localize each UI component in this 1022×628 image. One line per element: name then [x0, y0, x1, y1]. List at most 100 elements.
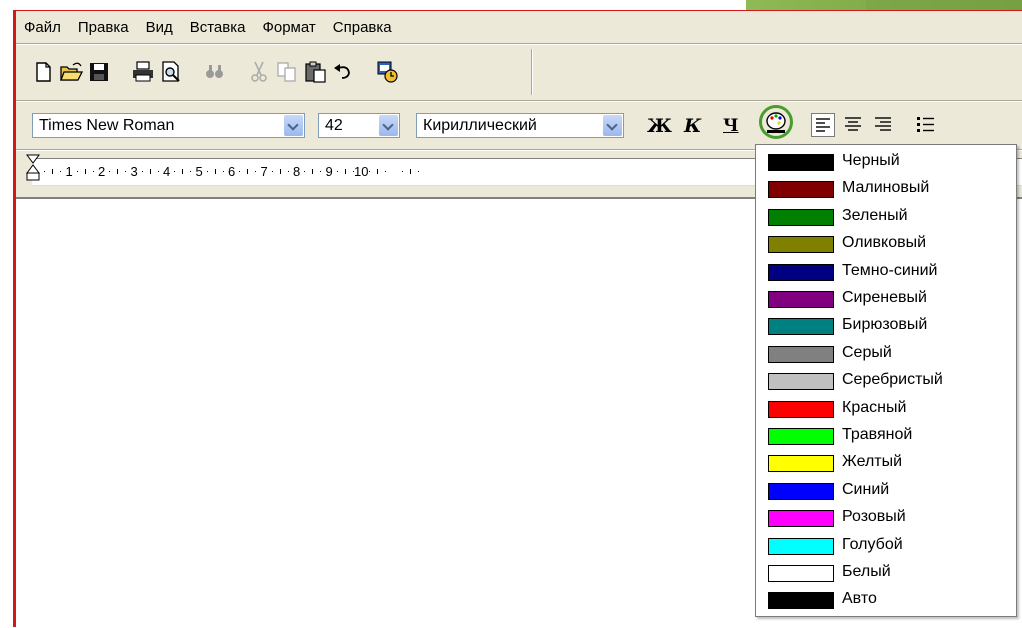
- menu-help[interactable]: Справка: [331, 19, 394, 36]
- color-menu-item[interactable]: Оливковый: [756, 231, 1016, 258]
- color-menu-item[interactable]: Серебристый: [756, 368, 1016, 395]
- color-menu-item[interactable]: Темно-синий: [756, 259, 1016, 286]
- ruler-mark: [44, 171, 46, 172]
- ruler-mark: [279, 169, 281, 174]
- color-swatch: [768, 345, 834, 363]
- color-swatch: [768, 510, 834, 528]
- open-folder-icon[interactable]: [58, 59, 84, 85]
- font-color-button[interactable]: [759, 105, 793, 139]
- ruler-mark: [157, 171, 159, 172]
- undo-icon[interactable]: [330, 59, 356, 85]
- ruler-mark: [409, 169, 411, 174]
- color-name-label: Зеленый: [842, 206, 908, 224]
- color-menu-item[interactable]: Авто: [756, 587, 1016, 614]
- script-value: Кириллический: [423, 117, 537, 134]
- align-left-icon: [816, 118, 830, 132]
- color-swatch: [768, 236, 834, 254]
- align-left-button[interactable]: [811, 113, 835, 137]
- ruler-mark: [385, 171, 387, 172]
- color-menu-item[interactable]: Серый: [756, 341, 1016, 368]
- font-color-menu: Черный Малиновый Зеленый Оливковый Темно-син…: [755, 144, 1017, 617]
- print-icon[interactable]: [130, 59, 156, 85]
- color-name-label: Авто: [842, 590, 877, 608]
- color-name-label: Голубой: [842, 535, 903, 553]
- color-swatch: [768, 373, 834, 391]
- underline-button[interactable]: Ч: [723, 116, 739, 136]
- new-document-icon[interactable]: [30, 59, 56, 85]
- color-menu-item[interactable]: Белый: [756, 560, 1016, 587]
- menu-view[interactable]: Вид: [144, 19, 175, 36]
- ruler-number: 6: [228, 164, 236, 179]
- color-menu-item[interactable]: Красный: [756, 396, 1016, 423]
- indent-marker-icon[interactable]: [26, 153, 40, 185]
- font-size-combo[interactable]: 42: [318, 113, 400, 138]
- ruler-mark: [149, 169, 151, 174]
- align-right-icon: [875, 117, 891, 131]
- cut-icon[interactable]: [246, 59, 272, 85]
- copy-icon[interactable]: [274, 59, 300, 85]
- script-combo[interactable]: Кириллический: [416, 113, 624, 138]
- align-center-button[interactable]: [842, 113, 866, 137]
- find-icon[interactable]: [202, 59, 228, 85]
- font-name-combo[interactable]: Times New Roman: [32, 113, 305, 138]
- chevron-down-icon[interactable]: [603, 115, 622, 136]
- standard-toolbar: [16, 45, 536, 99]
- align-right-button[interactable]: [872, 113, 896, 137]
- color-swatch: [768, 263, 834, 281]
- ruler-mark: [336, 171, 338, 172]
- ruler-mark: [190, 171, 192, 172]
- color-name-label: Синий: [842, 480, 890, 498]
- color-swatch: [768, 208, 834, 226]
- ruler-number: 3: [130, 164, 138, 179]
- ruler-mark: [287, 171, 289, 172]
- color-name-label: Травяной: [842, 426, 913, 443]
- color-swatch: [768, 482, 834, 500]
- ruler-mark: [60, 171, 62, 172]
- color-menu-item[interactable]: Черный: [756, 149, 1016, 176]
- ruler-mark: [239, 171, 241, 172]
- bullets-button[interactable]: [914, 113, 938, 137]
- color-swatch: [768, 428, 834, 445]
- ruler-mark: [304, 171, 306, 172]
- color-menu-item[interactable]: Сиреневый: [756, 286, 1016, 313]
- color-menu-item[interactable]: Зеленый: [756, 204, 1016, 231]
- ruler-mark: [271, 171, 273, 172]
- color-menu-item[interactable]: Бирюзовый: [756, 313, 1016, 340]
- ruler-number: 2: [98, 164, 106, 179]
- color-name-label: Серебристый: [842, 371, 943, 389]
- bold-button[interactable]: Ж: [647, 115, 672, 137]
- ruler-mark: [377, 169, 379, 174]
- menu-file[interactable]: Файл: [22, 19, 63, 36]
- toolbar-separator: [531, 49, 533, 95]
- insert-datetime-icon[interactable]: [374, 59, 400, 85]
- color-swatch: [768, 592, 834, 610]
- menu-insert[interactable]: Вставка: [188, 19, 248, 36]
- paste-icon[interactable]: [302, 59, 328, 85]
- ruler-mark: [92, 171, 94, 172]
- print-preview-icon[interactable]: [158, 59, 184, 85]
- menu-format[interactable]: Формат: [260, 19, 317, 36]
- ruler-number: 5: [195, 164, 203, 179]
- color-menu-item[interactable]: Желтый: [756, 450, 1016, 477]
- save-icon[interactable]: [86, 59, 112, 85]
- italic-button[interactable]: К: [684, 115, 701, 137]
- color-menu-item[interactable]: Синий: [756, 478, 1016, 505]
- color-menu-item[interactable]: Голубой: [756, 533, 1016, 560]
- ruler-mark: [84, 169, 86, 174]
- color-name-label: Красный: [842, 398, 907, 416]
- menu-edit[interactable]: Правка: [76, 19, 131, 36]
- ruler-mark: [174, 171, 176, 172]
- color-menu-item[interactable]: Травяной: [756, 423, 1016, 450]
- ruler-number: 4: [163, 164, 171, 179]
- ruler-mark: [255, 171, 257, 172]
- color-menu-item[interactable]: Розовый: [756, 505, 1016, 532]
- ruler-number: 10: [354, 164, 369, 179]
- color-swatch: [768, 318, 834, 336]
- color-menu-item[interactable]: Малиновый: [756, 176, 1016, 203]
- color-name-label: Желтый: [842, 453, 903, 471]
- font-name-value: Times New Roman: [39, 117, 175, 134]
- chevron-down-icon[interactable]: [379, 115, 398, 136]
- chevron-down-icon[interactable]: [284, 115, 303, 136]
- align-center-icon: [845, 117, 861, 131]
- ruler-mark: [312, 169, 314, 174]
